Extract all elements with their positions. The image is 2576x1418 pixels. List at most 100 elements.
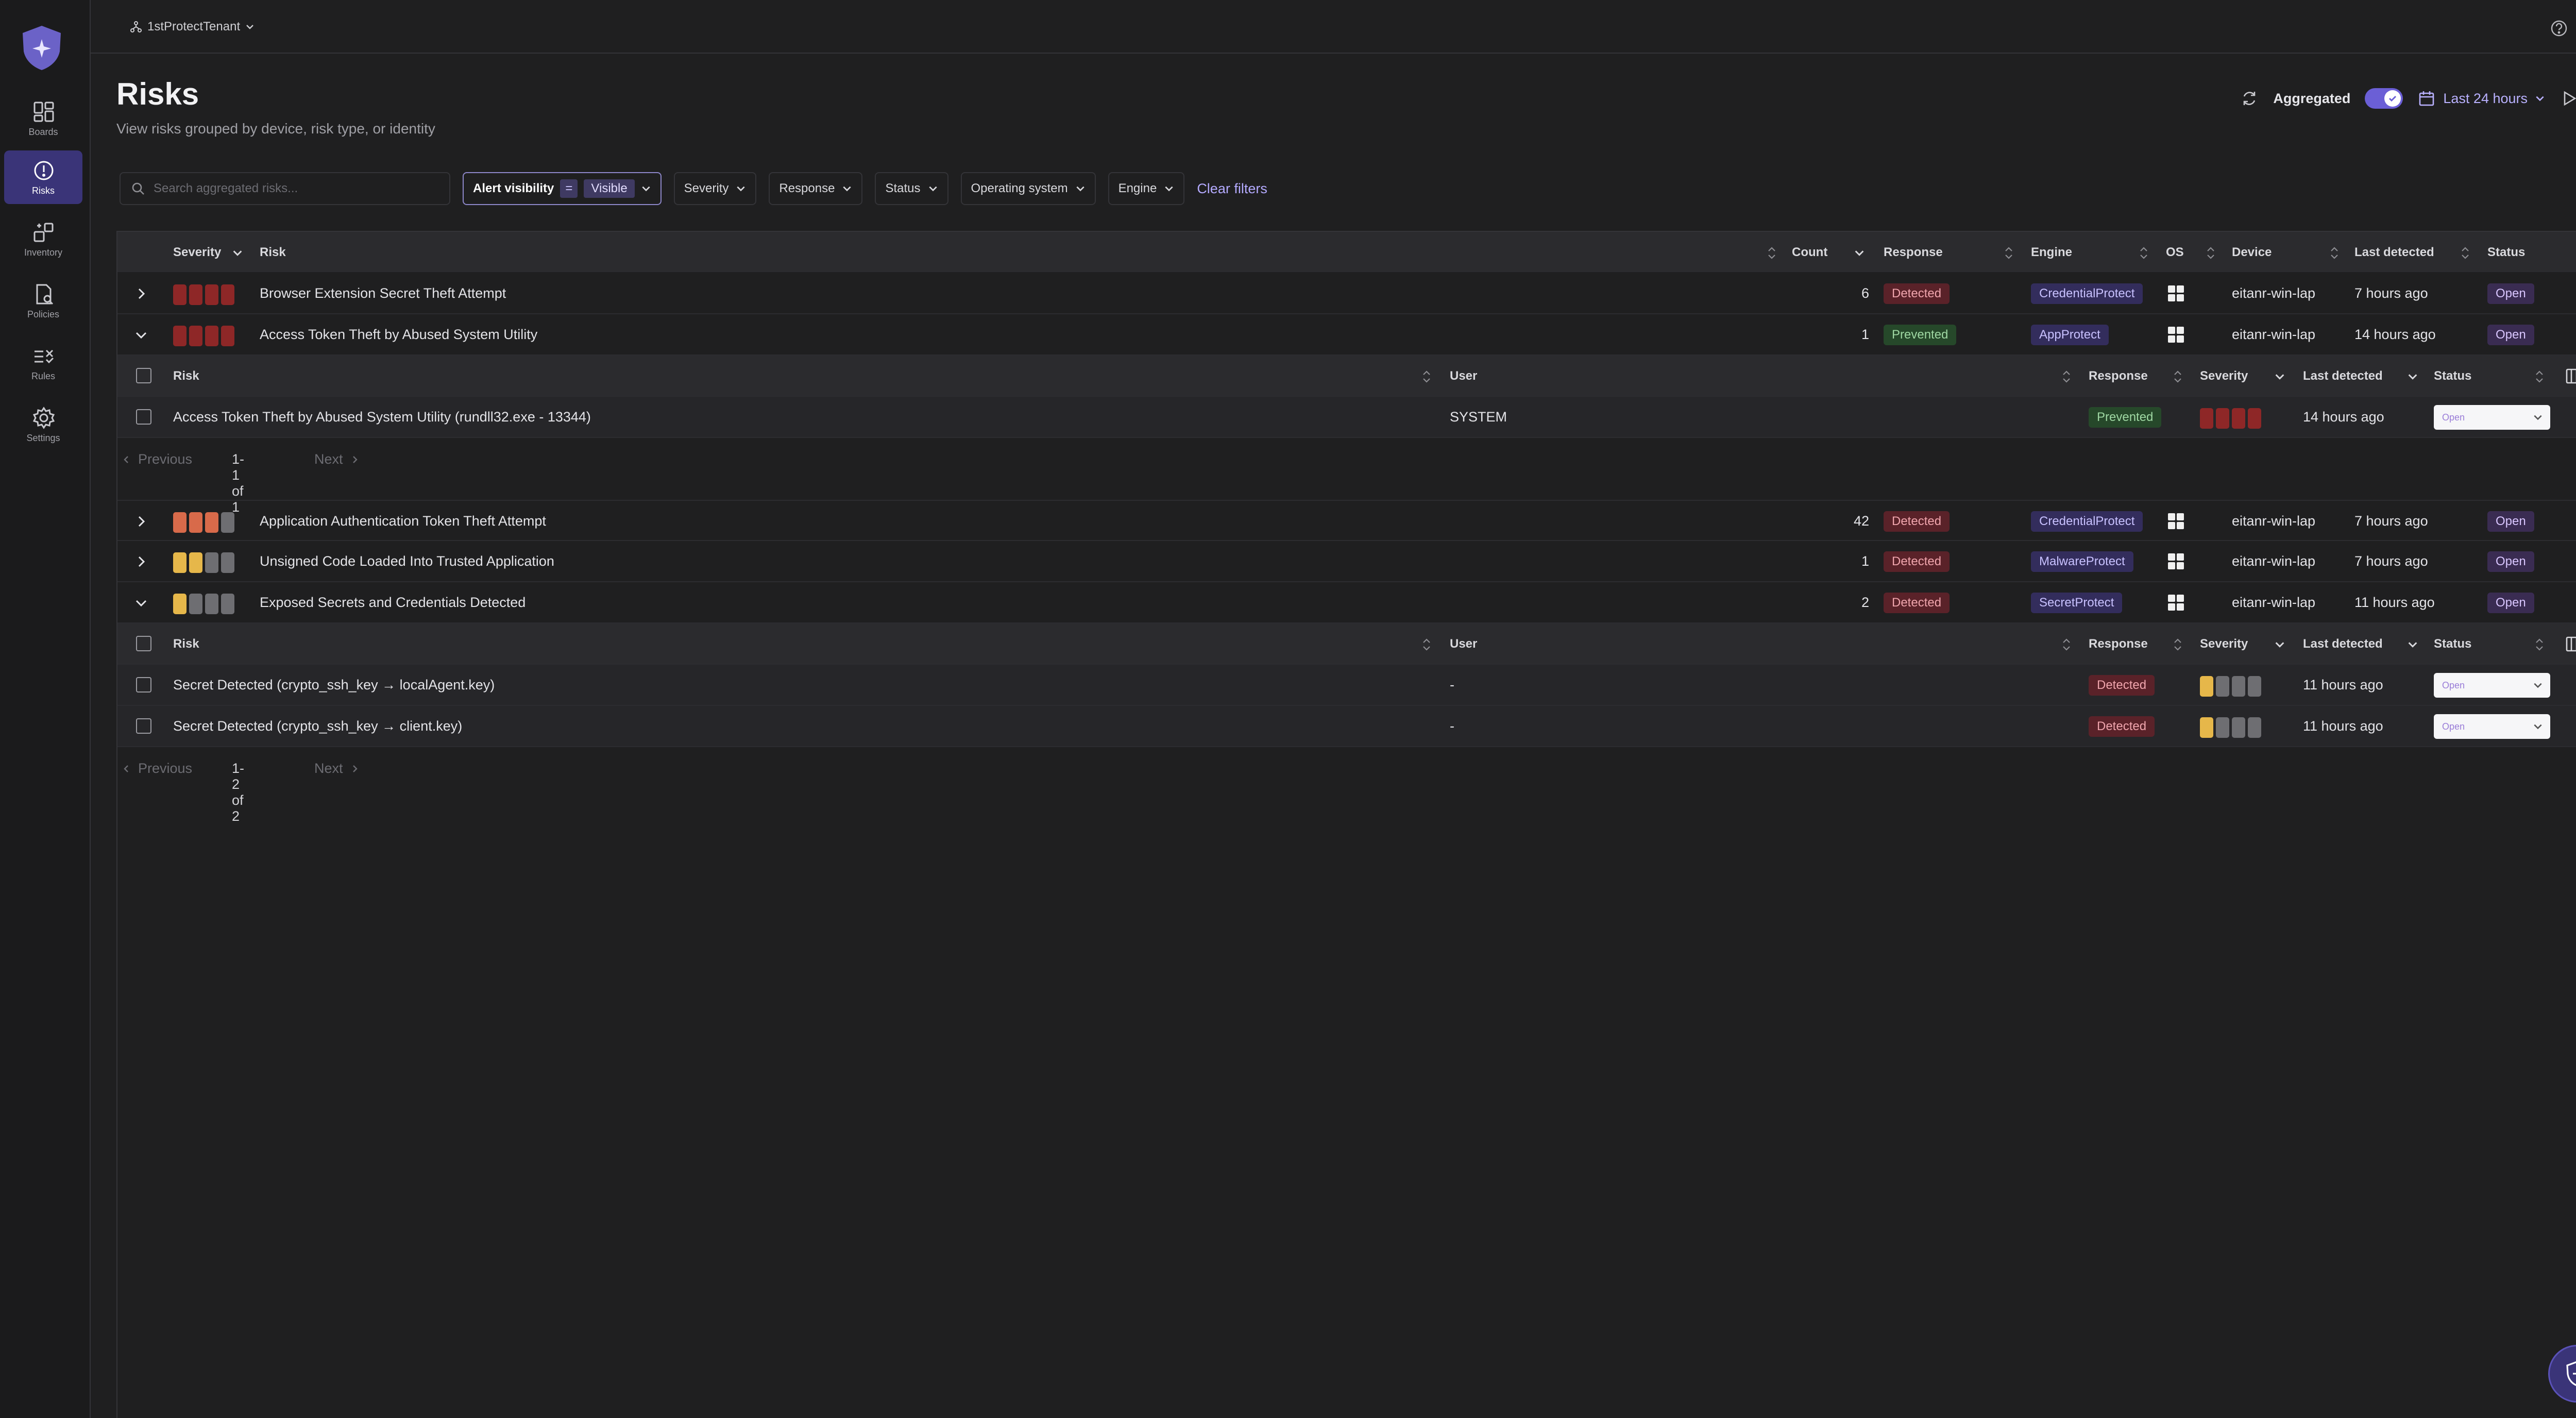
alert-visibility-filter[interactable]: Alert visibility = Visible [463,172,662,205]
chevron-down-icon [2534,724,2542,730]
response-badge: Detected [2089,716,2155,737]
table-row[interactable]: Browser Extension Secret Theft Attempt 6… [117,273,2576,314]
sort-icon[interactable] [2534,369,2545,384]
nav-risks[interactable]: Risks [4,150,82,204]
search-input[interactable]: Search aggregated risks... [154,181,298,196]
sub-col-response[interactable]: Response [2089,369,2148,383]
search-box[interactable]: Search aggregated risks... [120,172,450,205]
sub-col-user[interactable]: User [1450,369,1477,383]
chevron-down-icon[interactable] [2407,639,2418,650]
visibility-value: Visible [584,179,635,198]
status-select[interactable]: Open [2434,405,2550,430]
sort-icon[interactable] [2329,245,2340,261]
col-last-detected[interactable]: Last detected [2354,245,2434,260]
sub-col-last-detected[interactable]: Last detected [2303,369,2383,383]
select-all-checkbox[interactable] [136,368,151,383]
aggregated-toggle[interactable] [2365,88,2403,109]
sort-icon[interactable] [2061,369,2072,384]
next-page-button[interactable]: Next [314,451,360,467]
severity-indicator [173,512,234,533]
subtable-row[interactable]: Secret Detected (crypto_ssh_key → localA… [117,665,2576,706]
col-engine[interactable]: Engine [2031,245,2072,260]
nav-settings[interactable]: Settings [4,398,82,451]
col-os[interactable]: OS [2166,245,2184,260]
row-checkbox[interactable] [136,409,151,425]
sort-icon[interactable] [1766,245,1777,261]
response-filter[interactable]: Response [769,172,863,205]
chevron-down-icon[interactable] [134,328,148,342]
severity-filter-label: Severity [684,181,729,195]
tenant-switcher[interactable]: 1stProtectTenant [130,20,255,34]
nav-boards[interactable]: Boards [4,92,82,145]
sub-col-response[interactable]: Response [2089,637,2148,651]
sort-icon[interactable] [1421,369,1432,384]
policies-icon [36,284,54,305]
previous-page-button[interactable]: Previous [122,761,192,776]
sub-col-risk[interactable]: Risk [173,369,199,383]
subtable-row[interactable]: Secret Detected (crypto_ssh_key → client… [117,706,2576,747]
chevron-down-icon[interactable] [2407,371,2418,382]
table-row[interactable]: Unsigned Code Loaded Into Trusted Applic… [117,541,2576,582]
sub-col-severity[interactable]: Severity [2200,637,2248,651]
next-page-button[interactable]: Next [314,761,360,776]
chevron-right-icon[interactable] [134,554,148,569]
previous-page-button[interactable]: Previous [122,451,192,467]
chevron-down-icon[interactable] [134,596,148,610]
os-filter[interactable]: Operating system [960,172,1096,205]
table-row[interactable]: Exposed Secrets and Credentials Detected… [117,582,2576,623]
sub-col-risk[interactable]: Risk [173,637,199,651]
sort-icon[interactable] [2172,637,2183,652]
refresh-icon[interactable] [2240,89,2259,108]
columns-icon[interactable] [2565,367,2576,385]
severity-filter[interactable]: Severity [673,172,757,205]
nav-rules[interactable]: Rules [4,336,82,390]
sub-col-status[interactable]: Status [2434,637,2471,651]
play-icon[interactable] [2560,89,2576,108]
time-range-picker[interactable]: Last 24 hours [2417,89,2545,108]
table-row[interactable]: Application Authentication Token Theft A… [117,500,2576,541]
nav-inventory[interactable]: Inventory [4,212,82,266]
row-checkbox[interactable] [136,677,151,693]
sub-col-severity[interactable]: Severity [2200,369,2248,383]
columns-icon[interactable] [2565,635,2576,653]
col-severity[interactable]: Severity [173,245,221,260]
help-icon[interactable] [2550,20,2568,37]
nav-policies[interactable]: Policies [4,274,82,328]
col-count[interactable]: Count [1792,245,1827,260]
response-badge: Detected [1884,551,1950,572]
chevron-down-icon[interactable] [2274,639,2285,650]
subtable-row[interactable]: Access Token Theft by Abused System Util… [117,397,2576,438]
sort-icon[interactable] [2138,245,2149,261]
sort-icon[interactable] [2460,245,2471,261]
sort-icon[interactable] [2172,369,2183,384]
chevron-right-icon[interactable] [134,286,148,301]
row-checkbox[interactable] [136,718,151,734]
sort-icon[interactable] [2061,637,2072,652]
sort-icon[interactable] [1421,637,1432,652]
chevron-down-icon[interactable] [2274,371,2285,382]
table-row[interactable]: Access Token Theft by Abused System Util… [117,314,2576,356]
col-response[interactable]: Response [1884,245,1943,260]
select-all-checkbox[interactable] [136,636,151,651]
chevron-right-icon[interactable] [134,514,148,529]
chevron-down-icon [642,186,650,192]
status-select[interactable]: Open [2434,714,2550,739]
col-risk[interactable]: Risk [260,245,286,260]
chevron-down-icon[interactable] [1854,247,1865,259]
sub-col-user[interactable]: User [1450,637,1477,651]
clear-filters-link[interactable]: Clear filters [1197,181,1267,197]
previous-label: Previous [138,451,193,467]
col-device[interactable]: Device [2232,245,2272,260]
sub-col-status[interactable]: Status [2434,369,2471,383]
sub-col-last-detected[interactable]: Last detected [2303,637,2383,651]
status-select[interactable]: Open [2434,673,2550,698]
sort-icon[interactable] [2003,245,2014,261]
sort-icon[interactable] [2534,637,2545,652]
engine-filter[interactable]: Engine [1108,172,1185,205]
sort-icon[interactable] [2205,245,2216,261]
status-filter[interactable]: Status [875,172,948,205]
chevron-down-icon[interactable] [232,247,243,259]
chevron-down-icon [737,186,745,192]
col-status[interactable]: Status [2487,245,2525,260]
status-filter-label: Status [885,181,921,195]
